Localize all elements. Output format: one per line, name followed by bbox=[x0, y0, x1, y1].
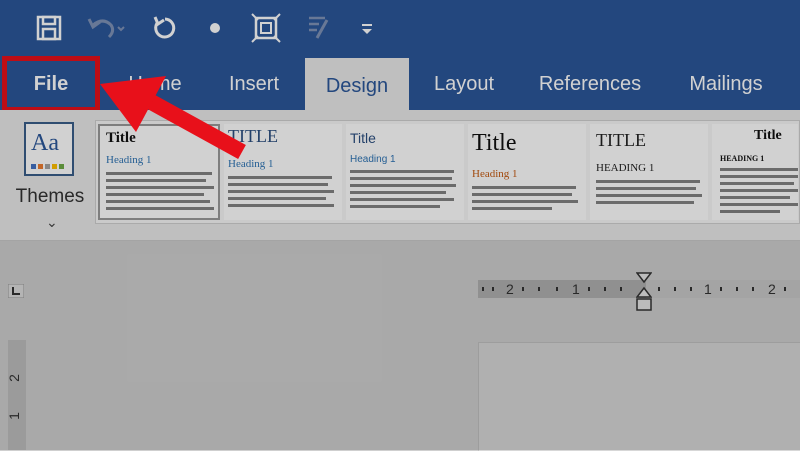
dot-icon[interactable] bbox=[206, 10, 224, 46]
design-ribbon: Aa Themes ⌄ Title Heading 1 TITLE Headin… bbox=[0, 110, 800, 241]
style-set-shaded[interactable]: Title Heading 1 bbox=[468, 124, 586, 220]
tab-layout[interactable]: Layout bbox=[418, 58, 510, 110]
themes-icon-text: Aa bbox=[31, 130, 59, 156]
style-heading: Heading 1 bbox=[106, 154, 152, 166]
style-title: TITLE bbox=[596, 130, 646, 150]
tab-selector[interactable] bbox=[7, 283, 25, 299]
select-icon[interactable] bbox=[250, 10, 282, 46]
tab-file[interactable]: File bbox=[2, 56, 100, 112]
tab-design[interactable]: Design bbox=[305, 58, 409, 114]
themes-button[interactable]: Aa Themes ⌄ bbox=[10, 118, 90, 238]
tab-references[interactable]: References bbox=[528, 58, 652, 110]
ruler-number: 1 bbox=[5, 412, 22, 420]
style-title: Title bbox=[106, 130, 136, 146]
ruler-number: 2 bbox=[768, 281, 776, 297]
style-set-gallery: Title Heading 1 TITLE Heading 1 Title He… bbox=[95, 120, 800, 224]
chevron-down-icon: ⌄ bbox=[46, 214, 58, 230]
style-title: Title bbox=[350, 130, 376, 146]
style-heading: Heading 1 bbox=[472, 168, 518, 180]
style-title: TITLE bbox=[228, 126, 278, 146]
themes-icon: Aa bbox=[24, 122, 74, 176]
ribbon-tabs: File Home Insert Design Layout Reference… bbox=[0, 56, 800, 114]
ruler-number: 1 bbox=[572, 281, 580, 297]
ruler-number: 2 bbox=[5, 374, 22, 382]
style-set-casual[interactable]: TITLE HEADING 1 bbox=[590, 124, 708, 220]
themes-label: Themes bbox=[15, 186, 85, 207]
tab-home[interactable]: Home bbox=[112, 58, 198, 110]
style-heading: Heading 1 bbox=[228, 158, 274, 170]
save-icon[interactable] bbox=[34, 10, 64, 46]
format-painter-icon[interactable] bbox=[304, 10, 334, 46]
style-heading: HEADING 1 bbox=[720, 154, 765, 163]
tab-insert[interactable]: Insert bbox=[212, 58, 296, 110]
vertical-ruler[interactable]: 2 1 bbox=[5, 340, 26, 450]
undo-icon[interactable] bbox=[86, 10, 128, 46]
themes-color-dots bbox=[31, 164, 64, 169]
style-set-basic[interactable]: Title Heading 1 bbox=[346, 124, 464, 220]
word-window: File Home Insert Design Layout Reference… bbox=[0, 0, 800, 451]
style-set-default[interactable]: Title Heading 1 bbox=[98, 124, 220, 220]
style-title: Title bbox=[472, 130, 517, 156]
document-page[interactable] bbox=[478, 342, 800, 451]
ruler-number: 2 bbox=[506, 281, 514, 297]
ruler-number: 1 bbox=[704, 281, 712, 297]
style-set-lines[interactable]: TITLE Heading 1 bbox=[224, 124, 342, 220]
style-heading: HEADING 1 bbox=[596, 162, 655, 174]
style-heading: Heading 1 bbox=[350, 154, 396, 165]
customize-icon[interactable] bbox=[356, 10, 378, 46]
style-title: Title bbox=[754, 128, 782, 143]
indent-marker[interactable] bbox=[635, 272, 653, 312]
tab-mailings[interactable]: Mailings bbox=[670, 58, 782, 110]
repeat-icon[interactable] bbox=[150, 10, 180, 46]
style-set-centered[interactable]: Title HEADING 1 bbox=[712, 124, 798, 220]
title-bar bbox=[0, 0, 800, 58]
